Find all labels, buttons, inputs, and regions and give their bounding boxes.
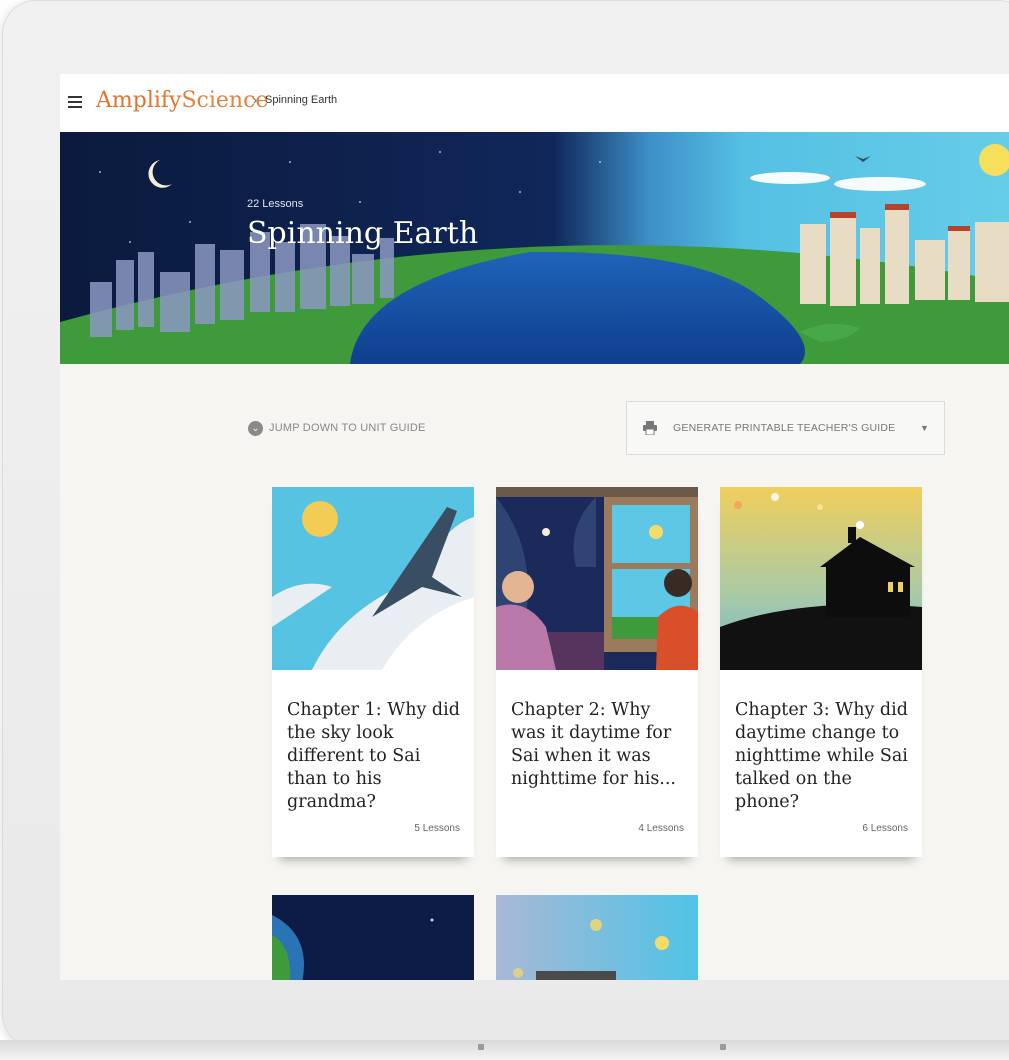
chapter-card-1[interactable]: Chapter 1: Why did the sky look differen…	[272, 487, 474, 857]
unit-title: Spinning Earth	[247, 216, 479, 251]
teacher-guide-dropdown-button[interactable]: ▼	[905, 401, 945, 455]
chapter-1-illustration	[272, 487, 474, 670]
chapter-title: Chapter 2: Why was it daytime for Sai wh…	[511, 700, 676, 789]
chapter-lesson-count: 5 Lessons	[414, 823, 460, 834]
device-port	[478, 1044, 484, 1050]
generate-teacher-guide-button[interactable]: GENERATE PRINTABLE TEACHER'S GUIDE	[626, 401, 906, 455]
unit-hero-banner: 22 Lessons Spinning Earth	[60, 132, 1009, 364]
menu-icon[interactable]	[68, 96, 82, 108]
chapter-lesson-count: 4 Lessons	[638, 823, 684, 834]
jump-label: JUMP DOWN TO UNIT GUIDE	[269, 422, 426, 434]
generate-label: GENERATE PRINTABLE TEACHER'S GUIDE	[673, 422, 896, 434]
chapter-3-illustration	[720, 487, 922, 670]
logo-amplify: Amplify	[96, 88, 182, 113]
chapter-title: Chapter 3: Why did daytime change to nig…	[735, 700, 908, 812]
top-nav: AmplifyScience › Spinning Earth	[60, 74, 1009, 133]
chevron-down-circle-icon: ⌄	[248, 420, 263, 436]
chapter-title: Chapter 1: Why did the sky look differen…	[287, 700, 460, 812]
chapter-card-3[interactable]: Chapter 3: Why did daytime change to nig…	[720, 487, 922, 857]
device-port	[720, 1044, 726, 1050]
breadcrumb-current[interactable]: Spinning Earth	[265, 94, 337, 106]
jump-to-unit-guide-link[interactable]: ⌄ JUMP DOWN TO UNIT GUIDE	[248, 418, 426, 438]
earth-illustration	[60, 132, 1009, 364]
chapter-2-illustration	[496, 487, 698, 670]
printer-icon	[643, 421, 657, 435]
chapter-card-2[interactable]: Chapter 2: Why was it daytime for Sai wh…	[496, 487, 698, 857]
amplify-science-logo[interactable]: AmplifyScience	[96, 88, 268, 113]
chapter-card-4-partial[interactable]	[272, 895, 474, 980]
device-bottom-edge	[0, 1040, 1009, 1060]
chapter-lesson-count: 6 Lessons	[862, 823, 908, 834]
breadcrumb-separator: ›	[253, 93, 257, 107]
unit-lesson-count: 22 Lessons	[247, 198, 304, 210]
chapter-card-5-partial[interactable]	[496, 895, 698, 980]
caret-down-icon: ▼	[920, 423, 929, 433]
app-screen: AmplifyScience › Spinning Earth 22 Lesso…	[60, 74, 1009, 980]
